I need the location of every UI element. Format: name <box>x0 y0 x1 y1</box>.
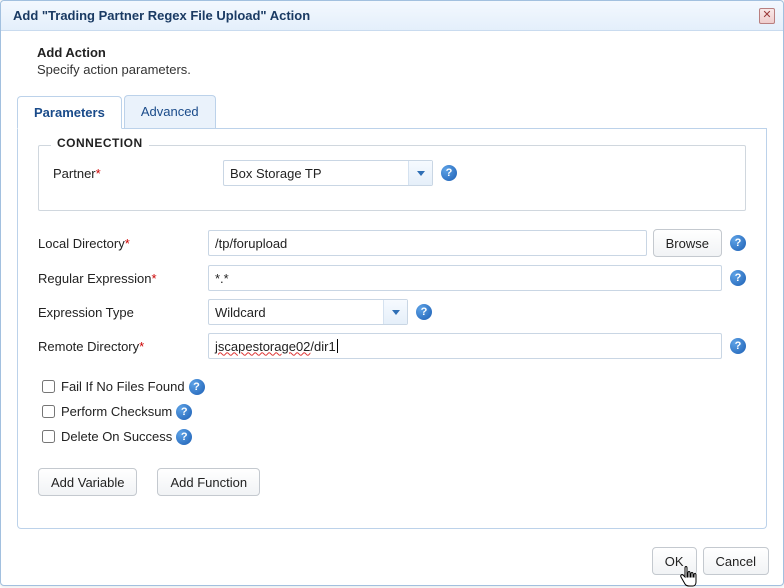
required-asterisk: * <box>96 166 101 181</box>
tab-body-parameters: CONNECTION Partner* Box Storage TP ? Loc… <box>17 129 767 529</box>
browse-button[interactable]: Browse <box>653 229 722 257</box>
help-icon[interactable]: ? <box>176 429 192 445</box>
regex-input[interactable] <box>208 265 722 291</box>
cancel-button[interactable]: Cancel <box>703 547 769 575</box>
help-icon[interactable]: ? <box>730 270 746 286</box>
expression-type-select[interactable]: Wildcard <box>208 299 408 325</box>
add-function-button[interactable]: Add Function <box>157 468 260 496</box>
expression-type-value: Wildcard <box>215 305 266 320</box>
add-variable-button[interactable]: Add Variable <box>38 468 137 496</box>
connection-group: CONNECTION Partner* Box Storage TP ? <box>38 145 746 211</box>
help-icon[interactable]: ? <box>730 235 746 251</box>
heading: Add Action Specify action parameters. <box>17 43 767 89</box>
delete-on-success-label: Delete On Success <box>61 429 172 444</box>
expression-type-label: Expression Type <box>38 305 208 320</box>
close-button[interactable]: ✕ <box>759 8 775 24</box>
required-asterisk: * <box>151 271 156 286</box>
partner-label: Partner* <box>53 166 223 181</box>
heading-subtitle: Specify action parameters. <box>37 62 747 77</box>
help-icon[interactable]: ? <box>189 379 205 395</box>
required-asterisk: * <box>125 236 130 251</box>
required-asterisk: * <box>139 339 144 354</box>
close-icon: ✕ <box>762 10 771 21</box>
tab-advanced[interactable]: Advanced <box>124 95 216 128</box>
help-icon[interactable]: ? <box>441 165 457 181</box>
connection-legend: CONNECTION <box>51 136 149 150</box>
partner-select[interactable]: Box Storage TP <box>223 160 433 186</box>
dialog: Add "Trading Partner Regex File Upload" … <box>0 0 784 586</box>
regex-label: Regular Expression* <box>38 271 208 286</box>
remote-directory-input[interactable]: jscapestorage02/dir1 <box>208 333 722 359</box>
fail-if-no-files-checkbox[interactable] <box>42 380 55 393</box>
hand-cursor-icon <box>678 566 698 588</box>
heading-title: Add Action <box>37 45 747 60</box>
perform-checksum-label: Perform Checksum <box>61 404 172 419</box>
tab-parameters[interactable]: Parameters <box>17 96 122 129</box>
fail-if-no-files-label: Fail If No Files Found <box>61 379 185 394</box>
local-directory-input[interactable] <box>208 230 647 256</box>
tab-strip: Parameters Advanced <box>17 95 767 129</box>
footer-buttons: OK Cancel <box>652 547 769 575</box>
help-icon[interactable]: ? <box>176 404 192 420</box>
titlebar: Add "Trading Partner Regex File Upload" … <box>1 1 783 31</box>
local-directory-label: Local Directory* <box>38 236 208 251</box>
text-caret <box>337 339 338 353</box>
perform-checksum-checkbox[interactable] <box>42 405 55 418</box>
delete-on-success-checkbox[interactable] <box>42 430 55 443</box>
dialog-title: Add "Trading Partner Regex File Upload" … <box>13 8 310 23</box>
help-icon[interactable]: ? <box>416 304 432 320</box>
chevron-down-icon <box>383 300 407 324</box>
chevron-down-icon <box>408 161 432 185</box>
partner-value: Box Storage TP <box>230 166 322 181</box>
ok-button[interactable]: OK <box>652 547 697 575</box>
help-icon[interactable]: ? <box>730 338 746 354</box>
remote-directory-label: Remote Directory* <box>38 339 208 354</box>
